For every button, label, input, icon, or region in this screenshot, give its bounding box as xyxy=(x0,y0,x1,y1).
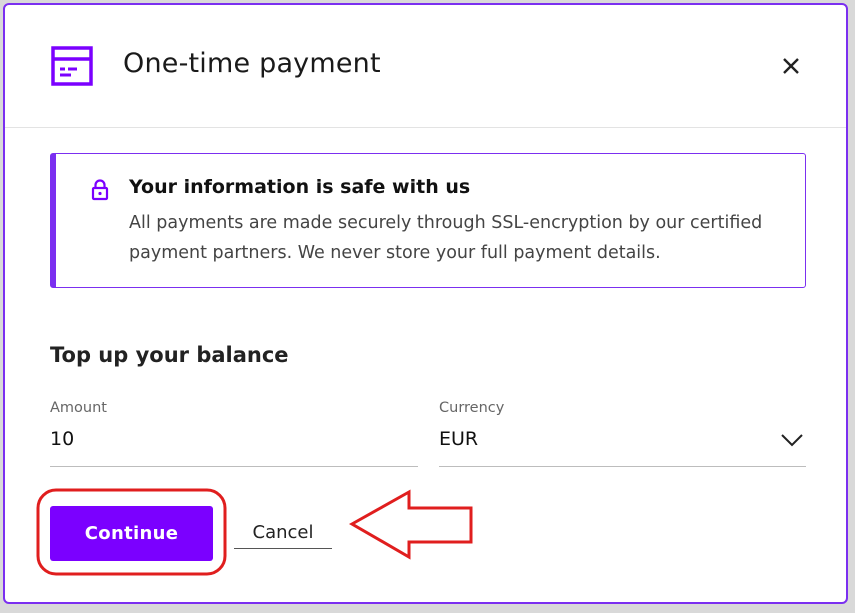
chevron-down-icon[interactable] xyxy=(780,432,804,448)
credit-card-icon xyxy=(51,46,93,86)
currency-value[interactable]: EUR xyxy=(439,428,739,450)
notice-text: All payments are made securely through S… xyxy=(129,213,763,263)
lock-icon xyxy=(91,179,109,201)
amount-label: Amount xyxy=(50,400,107,416)
currency-select[interactable]: Currency EUR xyxy=(439,400,806,467)
notice-title: Your information is safe with us xyxy=(129,176,471,198)
currency-label: Currency xyxy=(439,400,505,416)
dialog-header: One-time payment xyxy=(5,5,846,128)
payment-dialog: One-time payment Your information is saf… xyxy=(3,3,848,604)
section-title: Top up your balance xyxy=(50,343,289,367)
amount-input[interactable] xyxy=(50,428,350,450)
continue-button[interactable]: Continue xyxy=(50,506,213,561)
close-icon[interactable] xyxy=(776,51,806,81)
cancel-button[interactable]: Cancel xyxy=(234,522,332,549)
amount-field[interactable]: Amount xyxy=(50,400,418,467)
dialog-title: One-time payment xyxy=(123,48,381,79)
security-notice: Your information is safe with us All pay… xyxy=(50,153,806,288)
